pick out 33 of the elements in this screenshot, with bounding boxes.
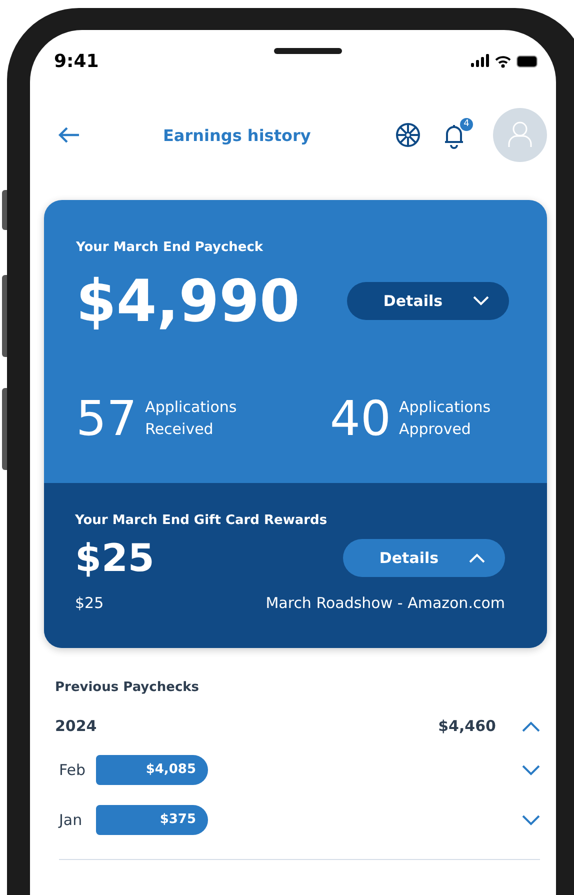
details-button[interactable]: Details (343, 539, 505, 577)
back-arrow-icon[interactable] (57, 126, 81, 144)
gift-card-amount: $25 (75, 536, 154, 580)
card-title: Your March End Gift Card Rewards (75, 513, 328, 528)
battery-icon (516, 54, 538, 68)
stat-value: 57 (76, 391, 138, 447)
stat-label: Applications Received (145, 397, 238, 440)
stat-label: Applications Approved (399, 397, 492, 440)
chevron-down-icon (472, 296, 489, 306)
wifi-icon (495, 54, 511, 68)
reward-description: March Roadshow - Amazon.com (266, 594, 505, 612)
signal-icon (471, 54, 489, 68)
page-title: Earnings history (163, 126, 311, 144)
amount-bar: $4,085 (96, 755, 208, 785)
reward-amount: $25 (75, 594, 104, 612)
chevron-down-icon[interactable] (522, 814, 540, 826)
paycheck-amount: $4,990 (76, 267, 300, 335)
chevron-up-icon (468, 553, 485, 563)
speaker-notch (274, 48, 342, 54)
year-total: $4,460 (438, 717, 496, 735)
year-label: 2024 (55, 717, 97, 735)
stat-value: 40 (330, 391, 391, 447)
chevron-down-icon[interactable] (522, 764, 540, 776)
status-time: 9:41 (54, 50, 100, 72)
section-title: Previous Paychecks (55, 680, 200, 695)
wheel-icon[interactable] (395, 122, 421, 148)
month-label: Jan (59, 811, 84, 829)
card-title: Your March End Paycheck (76, 240, 264, 255)
chevron-up-icon[interactable] (522, 720, 540, 732)
details-button[interactable]: Details (347, 282, 509, 320)
month-label: Feb (59, 761, 87, 779)
amount-bar: $375 (96, 805, 208, 835)
notification-badge: 4 (460, 118, 473, 131)
